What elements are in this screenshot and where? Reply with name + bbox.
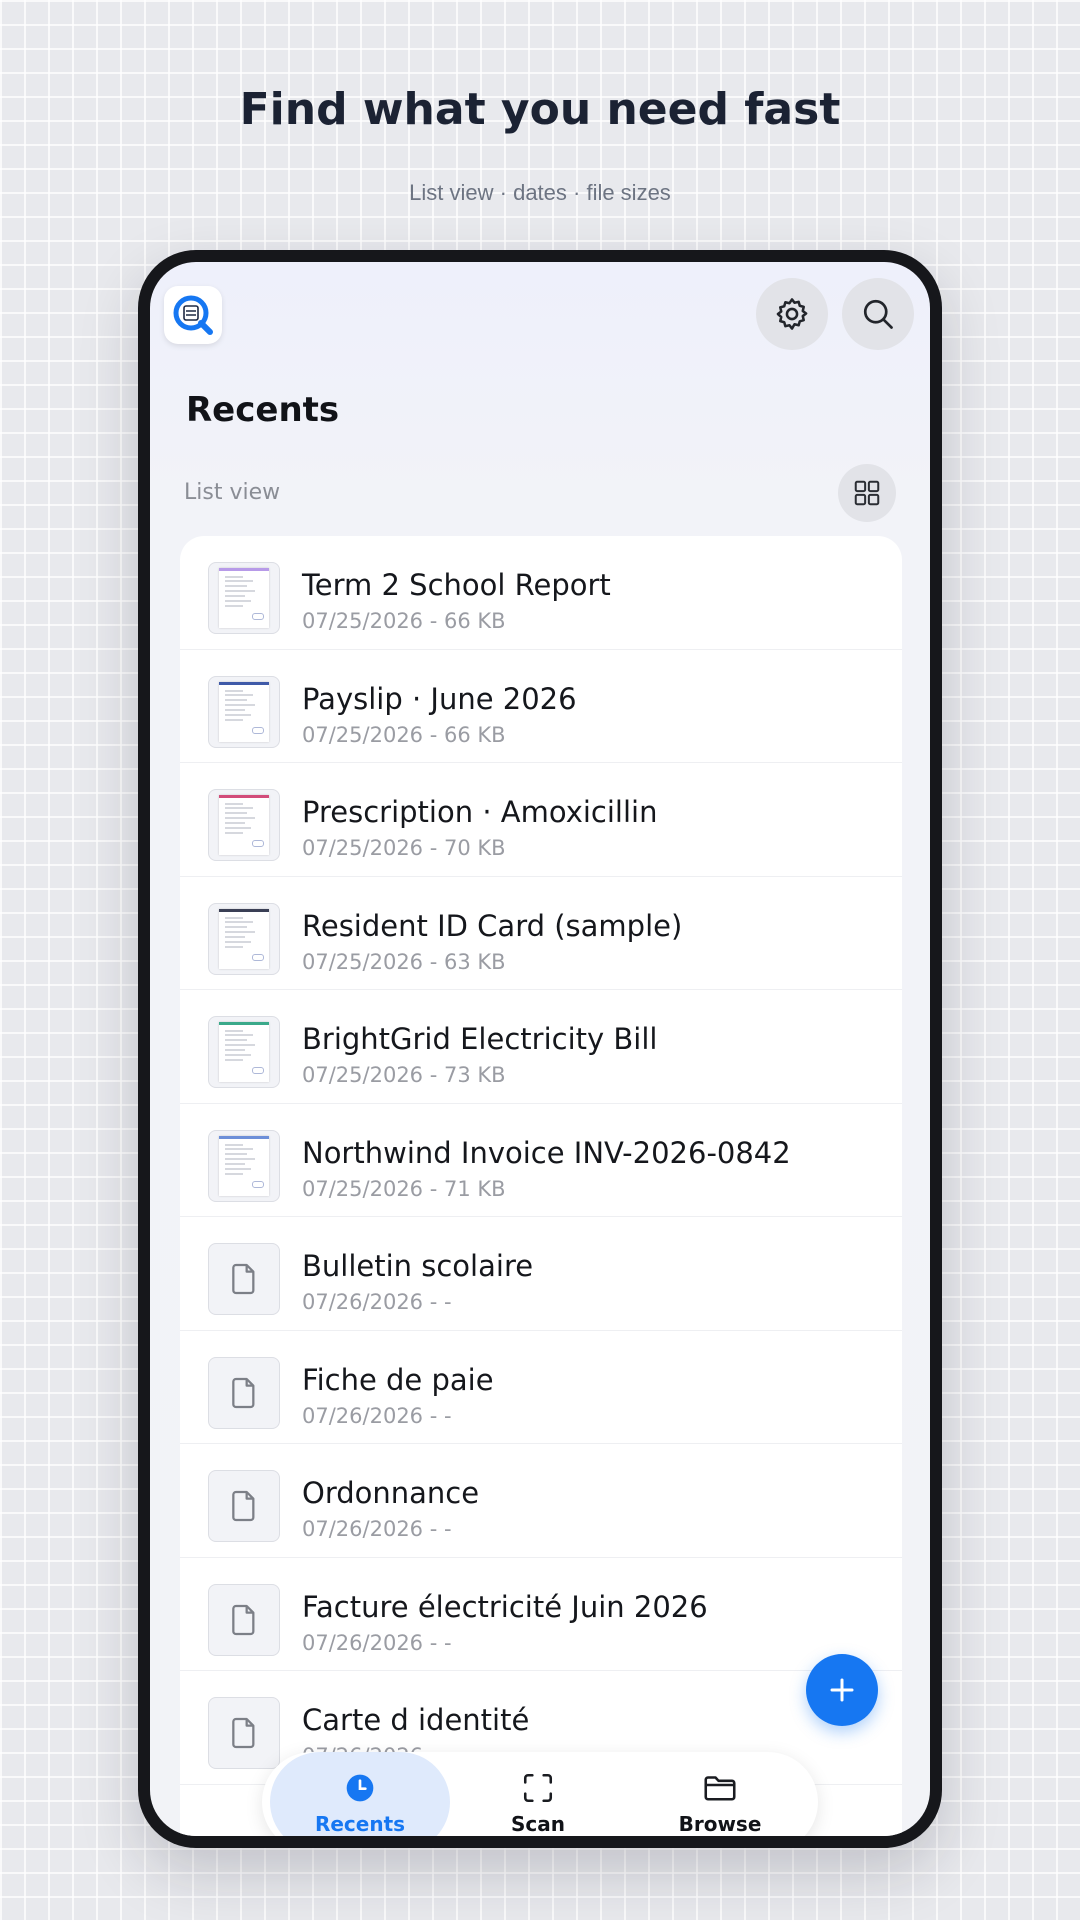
document-row[interactable]: Facture électricité Juin 2026 07/26/2026 … [180,1558,902,1671]
page-title: Recents [186,390,340,430]
document-title: BrightGrid Electricity Bill [302,1022,658,1056]
document-meta: 07/25/2026 - 63 KB [302,949,506,974]
document-thumbnail [208,675,280,748]
nav-label-scan: Scan [511,1812,565,1836]
file-icon [232,1490,255,1522]
device-frame: Recents List view Term 2 School Report 07… [138,250,942,1848]
document-meta: 07/25/2026 - 73 KB [302,1063,506,1087]
document-thumbnail [208,789,280,861]
hero-title: Find what you need fast [239,84,841,135]
file-icon-tile [208,1583,280,1656]
file-icon-tile [208,1356,280,1429]
file-icon [232,1604,255,1635]
document-thumbnail [208,902,280,975]
document-title: Northwind Invoice INV-2026-0842 [302,1135,791,1170]
document-row[interactable]: Resident ID Card (sample) 07/25/2026 - 63… [180,877,902,990]
document-meta: 07/25/2026 - 66 KB [302,722,506,747]
nav-item-recents[interactable]: Recents [270,1752,450,1836]
document-row[interactable]: Payslip · June 2026 07/25/2026 - 66 KB [180,650,902,763]
document-thumbnail [208,1016,280,1088]
settings-button[interactable] [756,278,828,350]
bottom-navigation: Recents Scan Browse [262,1752,818,1836]
document-row[interactable]: Northwind Invoice INV-2026-0842 07/25/202… [180,1104,902,1217]
document-meta: 07/26/2026 - - [302,1403,452,1428]
document-title: Resident ID Card (sample) [302,908,683,943]
document-list: Term 2 School Report 07/25/2026 - 66 KB Pa… [180,536,902,1836]
document-meta: 07/25/2026 - 71 KB [302,1176,506,1201]
document-thumbnail [208,1129,280,1202]
file-icon-tile [208,1697,280,1769]
document-row[interactable]: Fiche de paie 07/26/2026 - - [180,1331,902,1444]
document-meta: 07/26/2026 - - [302,1290,452,1314]
clock-icon [342,1770,378,1806]
document-row[interactable]: Bulletin scolaire 07/26/2026 - - [180,1217,902,1331]
file-icon [232,1263,255,1295]
document-meta: 07/26/2026 - - [302,1630,452,1655]
file-icon-tile [208,1243,280,1315]
document-meta: 07/25/2026 - 66 KB [302,609,506,633]
document-thumbnail [208,562,280,634]
document-title: Carte d identité [302,1703,530,1737]
file-icon-tile [208,1470,280,1542]
folder-icon [702,1770,738,1806]
grid-view-toggle[interactable] [838,464,896,522]
document-title: Bulletin scolaire [302,1249,534,1283]
plus-icon [830,1678,854,1702]
document-title: Payslip · June 2026 [302,681,577,716]
grid-icon [854,480,880,506]
search-icon [863,299,893,329]
document-title: Ordonnance [302,1476,480,1510]
add-document-button[interactable] [806,1654,878,1726]
document-row[interactable]: Term 2 School Report 07/25/2026 - 66 KB [180,536,902,650]
gear-icon [776,298,808,330]
document-title: Term 2 School Report [302,568,611,602]
scan-frame-icon [520,1770,556,1806]
document-title: Prescription · Amoxicillin [302,795,658,829]
view-mode-label: List view [184,480,281,505]
document-row[interactable]: BrightGrid Electricity Bill 07/25/2026 - … [180,990,902,1104]
app-screen: Recents List view Term 2 School Report 07… [150,262,930,1836]
document-row[interactable]: Prescription · Amoxicillin 07/25/2026 - 7… [180,763,902,877]
search-button[interactable] [842,278,914,350]
nav-item-scan[interactable]: Scan [448,1752,628,1836]
file-icon [232,1717,255,1749]
hero-subtitle: List view · dates · file sizes [409,180,671,205]
document-meta: 07/26/2026 - - [302,1517,452,1541]
document-title: Facture électricité Juin 2026 [302,1589,708,1624]
nav-item-browse[interactable]: Browse [630,1752,810,1836]
document-row[interactable]: Ordonnance 07/26/2026 - - [180,1444,902,1558]
nav-label-recents: Recents [314,1812,406,1836]
file-icon [232,1377,255,1408]
document-meta: 07/25/2026 - 70 KB [302,836,506,860]
nav-label-browse: Browse [678,1812,762,1836]
document-title: Fiche de paie [302,1362,494,1397]
app-logo-icon [164,286,222,344]
